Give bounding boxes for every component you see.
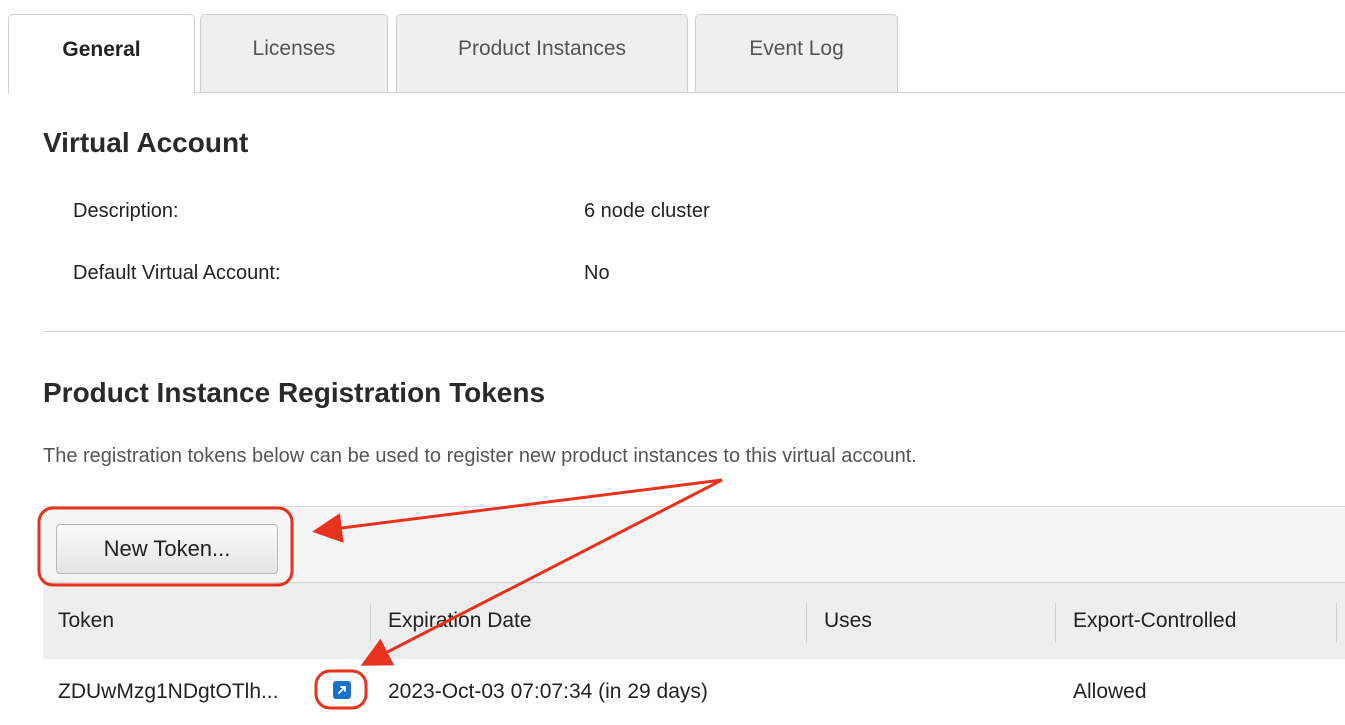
column-separator	[1336, 603, 1337, 643]
default-virtual-account-value: No	[584, 262, 610, 284]
default-virtual-account-label: Default Virtual Account:	[73, 262, 281, 284]
section-divider	[43, 331, 1345, 332]
tab-event-log[interactable]: Event Log	[695, 14, 898, 92]
registration-tokens-description: The registration tokens below can be use…	[43, 445, 917, 467]
column-separator	[806, 603, 807, 643]
tab-product-instances[interactable]: Product Instances	[396, 14, 688, 92]
column-separator	[370, 603, 371, 643]
column-header-token[interactable]: Token	[58, 583, 114, 659]
tab-general[interactable]: General	[8, 14, 195, 94]
tab-bar-divider	[8, 92, 1345, 93]
export-controlled-value: Allowed	[1073, 680, 1147, 703]
column-header-uses[interactable]: Uses	[824, 583, 872, 659]
registration-tokens-heading: Product Instance Registration Tokens	[43, 377, 546, 408]
column-separator	[1055, 603, 1056, 643]
arrow-up-right-icon	[338, 686, 346, 694]
table-row: ZDUwMzg1NDgtOTlh... 2023-Oct-03 07:07:34…	[43, 659, 1345, 725]
virtual-account-heading: Virtual Account	[43, 127, 249, 158]
column-header-expiration-date[interactable]: Expiration Date	[388, 583, 532, 659]
tab-licenses[interactable]: Licenses	[200, 14, 388, 92]
new-token-button[interactable]: New Token...	[56, 524, 278, 574]
tab-bar: General Licenses Product Instances Event…	[0, 0, 1345, 94]
description-label: Description:	[73, 200, 179, 222]
token-value: ZDUwMzg1NDgtOTlh...	[58, 680, 279, 703]
column-header-export-controlled[interactable]: Export-Controlled	[1073, 583, 1236, 659]
description-value: 6 node cluster	[584, 200, 710, 222]
tokens-table-header: Token Expiration Date Uses Export-Contro…	[43, 582, 1345, 660]
copy-link-icon[interactable]	[333, 681, 351, 699]
expiration-date-value: 2023-Oct-03 07:07:34 (in 29 days)	[388, 680, 708, 703]
tokens-toolbar: New Token...	[43, 506, 1345, 583]
